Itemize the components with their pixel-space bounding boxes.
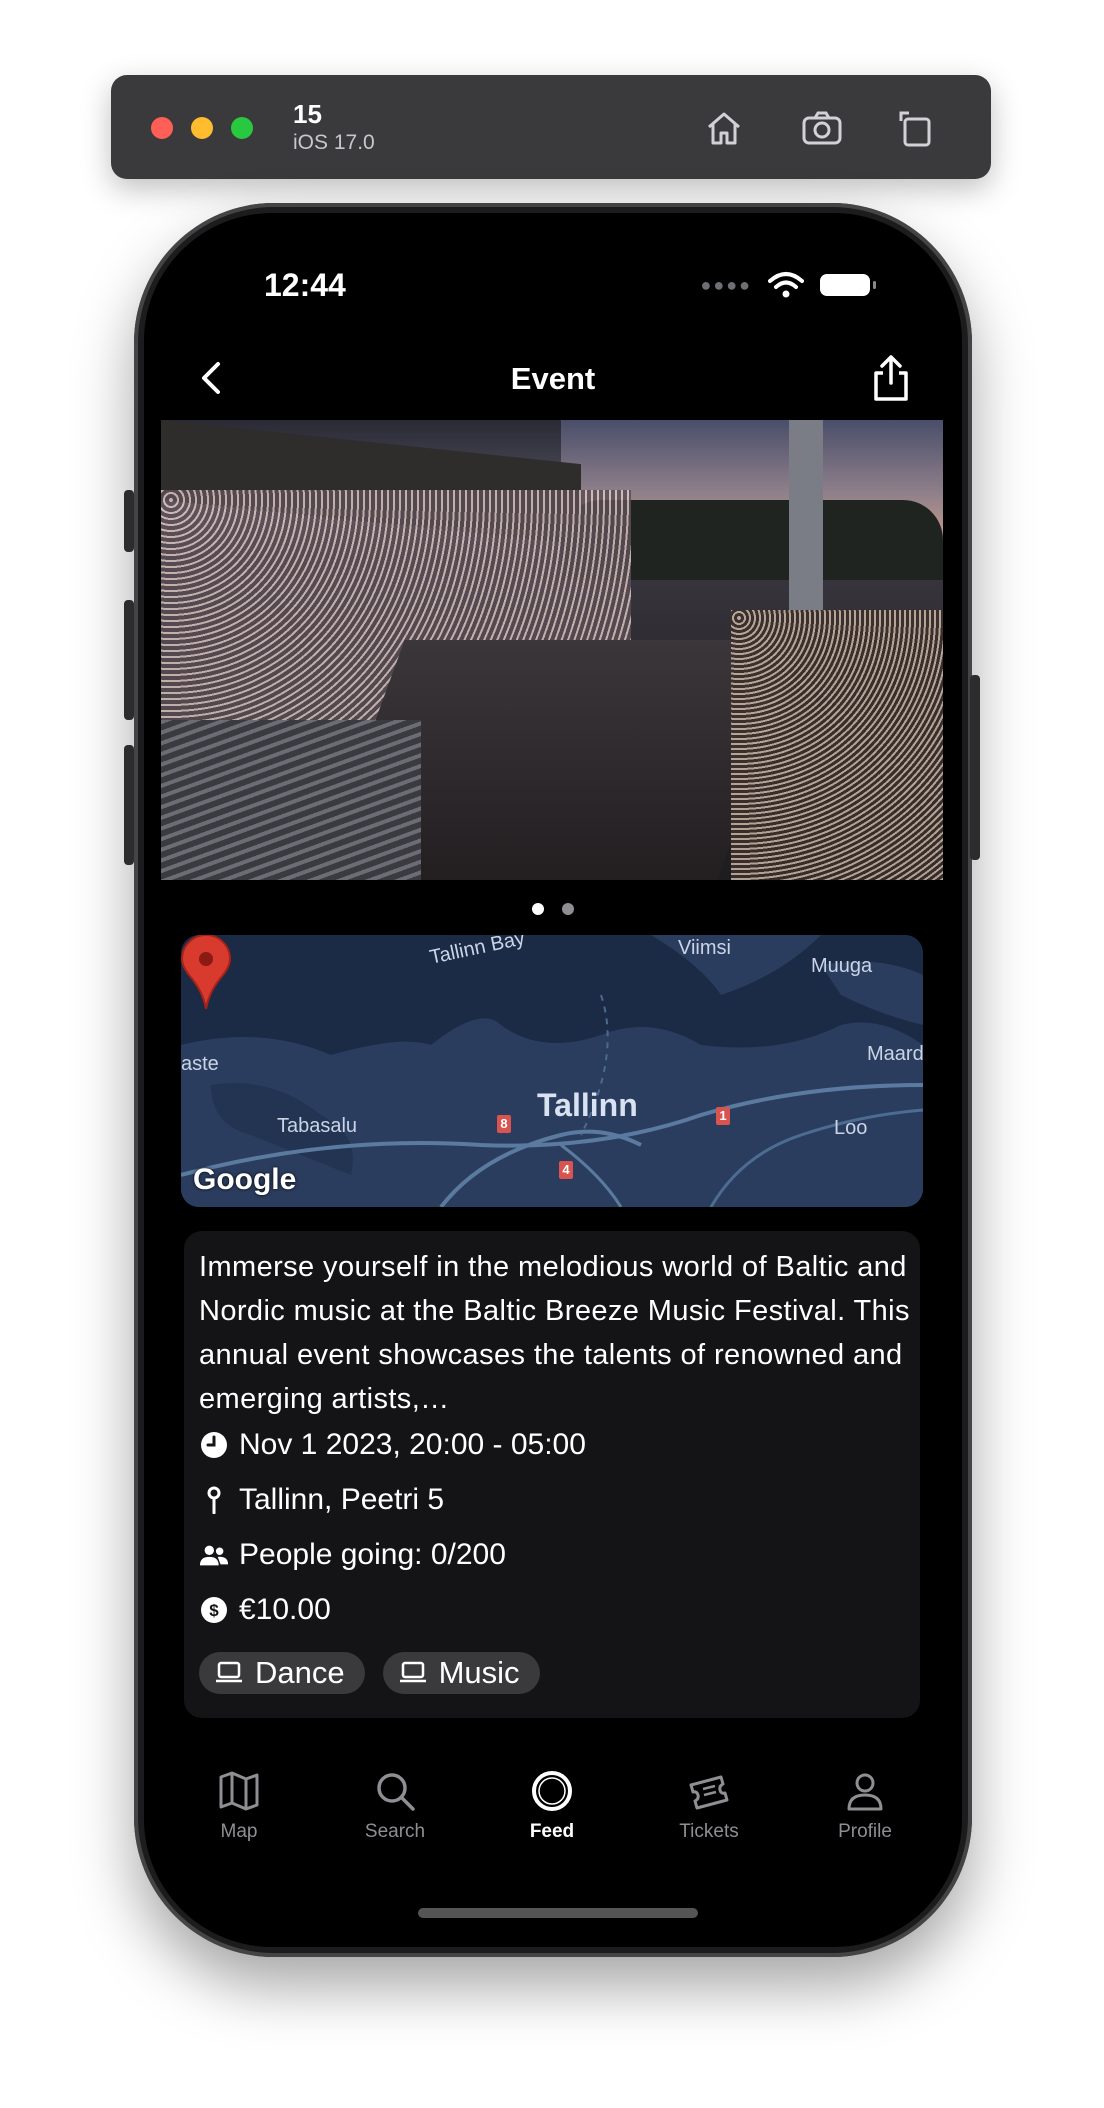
share-button[interactable] — [868, 353, 914, 403]
tab-map[interactable]: Map — [164, 1767, 314, 1843]
map-label-maardu: Maard — [867, 1043, 923, 1065]
zoom-window-button[interactable] — [231, 117, 253, 139]
tag-music[interactable]: Music — [382, 1652, 540, 1694]
volume-down-button — [124, 745, 134, 865]
tag-label: Music — [438, 1655, 520, 1690]
map-label-muuga: Muuga — [811, 955, 873, 977]
map-label-loo: Loo — [834, 1117, 868, 1139]
tab-tickets[interactable]: Tickets — [634, 1767, 784, 1843]
google-attribution: Google — [193, 1163, 297, 1196]
page-title: Event — [510, 361, 596, 396]
feed-icon — [532, 1771, 572, 1811]
profile-icon — [847, 1773, 883, 1811]
event-description[interactable]: Immerse yourself in the melodious world … — [199, 1245, 911, 1421]
share-icon — [874, 355, 908, 401]
action-button — [124, 490, 134, 552]
status-icons: ●●●● — [700, 271, 876, 299]
signal-dots-icon: ●●●● — [700, 274, 752, 295]
tag-label: Dance — [255, 1655, 345, 1690]
event-photo[interactable] — [161, 420, 943, 880]
tab-profile[interactable]: Profile — [790, 1767, 940, 1843]
volume-up-button — [124, 600, 134, 720]
simulator-toolbar: 15 iOS 17.0 — [111, 75, 991, 179]
tab-feed[interactable]: Feed — [477, 1767, 627, 1843]
tickets-icon — [689, 1775, 729, 1810]
clock-icon — [199, 1430, 229, 1460]
event-map[interactable]: Tallinn Bay Viimsi Muuga Maard aste Taba… — [181, 935, 923, 1207]
event-location: Tallinn, Peetri 5 — [239, 1483, 445, 1516]
device-name: 15 — [293, 99, 322, 129]
tab-label: Tickets — [679, 1821, 739, 1842]
tab-bar: Map Search Feed Tickets Profile — [144, 1767, 962, 1877]
status-time: 12:44 — [264, 267, 346, 303]
map-icon — [219, 1771, 259, 1811]
road-shield-1: 1 — [716, 1107, 730, 1125]
phone-screen: 12:44 ●●●● Event Tallinn Bay Viimsi Muug… — [144, 213, 962, 1947]
home-indicator[interactable] — [418, 1908, 698, 1918]
minimize-window-button[interactable] — [191, 117, 213, 139]
map-label-city: Tallinn — [537, 1087, 638, 1123]
tag-dance[interactable]: Dance — [199, 1652, 365, 1694]
tab-label: Feed — [529, 1821, 575, 1842]
tab-label: Map — [220, 1821, 258, 1842]
battery-icon — [820, 274, 876, 296]
close-window-button[interactable] — [151, 117, 173, 139]
location-pin-icon[interactable] — [181, 935, 231, 1011]
event-attendance-row: People going: 0/200 — [199, 1538, 506, 1572]
event-price-row: $ €10.00 — [199, 1593, 331, 1627]
dollar-icon: $ — [199, 1595, 229, 1625]
wifi-icon — [768, 272, 804, 298]
event-datetime-row: Nov 1 2023, 20:00 - 05:00 — [199, 1428, 586, 1462]
power-button — [970, 675, 980, 860]
people-icon — [199, 1540, 229, 1570]
rotate-icon[interactable] — [893, 105, 939, 151]
map-label-viimsi: Viimsi — [678, 937, 731, 959]
tab-label: Search — [364, 1821, 426, 1842]
search-icon — [377, 1773, 415, 1811]
gallery-page-indicator[interactable] — [144, 903, 962, 915]
svg-text:$: $ — [209, 1601, 219, 1620]
screenshot-icon[interactable] — [799, 105, 845, 151]
road-shield-8: 8 — [497, 1115, 511, 1133]
os-version: iOS 17.0 — [293, 131, 375, 154]
event-price: €10.00 — [239, 1593, 331, 1626]
event-datetime: Nov 1 2023, 20:00 - 05:00 — [239, 1428, 586, 1461]
event-tags: Dance Music — [199, 1652, 540, 1694]
road-shield-4: 4 — [559, 1161, 573, 1179]
page-dot-2[interactable] — [562, 903, 574, 915]
category-icon — [399, 1661, 426, 1683]
home-icon[interactable] — [701, 105, 747, 151]
event-details-card: Immerse yourself in the melodious world … — [184, 1231, 920, 1718]
event-location-row: Tallinn, Peetri 5 — [199, 1483, 444, 1517]
event-attendance: People going: 0/200 — [239, 1538, 506, 1571]
category-icon — [216, 1661, 242, 1683]
tab-search[interactable]: Search — [320, 1767, 470, 1843]
map-label-tabasalu: Tabasalu — [277, 1115, 358, 1137]
map-label-aste: aste — [181, 1053, 219, 1075]
tab-label: Profile — [838, 1821, 892, 1842]
pin-icon — [199, 1485, 229, 1515]
page-dot-1[interactable] — [532, 903, 544, 915]
